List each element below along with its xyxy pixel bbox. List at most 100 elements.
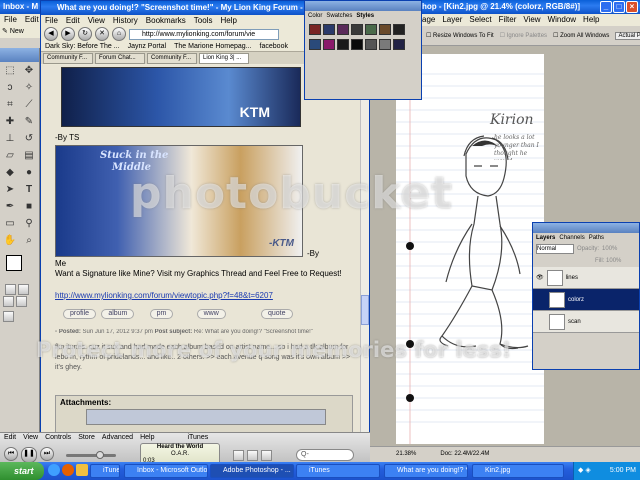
pm-button[interactable]: pm <box>149 309 174 319</box>
screen-mode-2-icon[interactable] <box>16 296 27 307</box>
style-swatch[interactable] <box>309 24 321 35</box>
style-swatch[interactable] <box>337 39 349 50</box>
signature-link[interactable]: http://www.mylionking.com/forum/viewtopi… <box>55 291 273 300</box>
notes-tool-icon[interactable]: ▭ <box>2 216 18 231</box>
type-tool-icon[interactable]: T <box>21 182 37 197</box>
pause-icon[interactable]: ❚❚ <box>21 447 37 463</box>
tab-layers[interactable]: Layers <box>536 233 555 243</box>
it-menu-store[interactable]: Store <box>78 433 95 443</box>
home-icon[interactable]: ⌂ <box>112 27 126 41</box>
ps-left-menu-file[interactable]: File <box>4 14 17 26</box>
itunes-search-input[interactable]: Q- <box>296 449 354 461</box>
www-button[interactable]: www <box>196 309 226 319</box>
zoom-tool-icon[interactable]: ⌕ <box>21 233 37 248</box>
layer-row-scan[interactable]: scan <box>533 311 639 333</box>
album-view-icon[interactable] <box>247 450 258 461</box>
attachment-thumbnail[interactable] <box>86 409 326 425</box>
ff-menu-help[interactable]: Help <box>220 15 236 27</box>
style-swatch[interactable] <box>379 24 391 35</box>
it-menu-help[interactable]: Help <box>140 433 154 443</box>
ps-minimize-icon[interactable]: _ <box>600 1 612 13</box>
resize-windows-checkbox[interactable]: ☐ Resize Windows To Fit <box>426 32 494 39</box>
quickmask-icons[interactable] <box>0 283 39 295</box>
tab-paths[interactable]: Paths <box>589 233 604 243</box>
ps-maximize-icon[interactable]: □ <box>613 1 625 13</box>
ff-menu-edit[interactable]: Edit <box>66 15 80 27</box>
style-swatch[interactable] <box>393 24 405 35</box>
it-menu-advanced[interactable]: Advanced <box>102 433 133 443</box>
style-swatch[interactable] <box>393 39 405 50</box>
layer-row-colorz[interactable]: colorz <box>533 289 639 311</box>
tab-color[interactable]: Color <box>308 11 322 21</box>
shape-tool-icon[interactable]: ■ <box>21 199 37 214</box>
opacity-value[interactable]: 100% <box>602 243 617 255</box>
ff-menu-bookmarks[interactable]: Bookmarks <box>146 15 186 27</box>
lasso-tool-icon[interactable]: ↄ <box>2 80 18 95</box>
eraser-tool-icon[interactable]: ▱ <box>2 148 18 163</box>
move-tool-icon[interactable]: ✥ <box>21 63 37 78</box>
ignore-palettes-checkbox[interactable]: ☐ Ignore Palettes <box>500 32 547 39</box>
tab-channels[interactable]: Channels <box>559 233 584 243</box>
ps-menu-help[interactable]: Help <box>583 14 599 26</box>
taskbar-itunes-2[interactable]: iTunes <box>296 464 380 478</box>
actual-pixels-button[interactable]: Actual P <box>615 31 640 40</box>
blend-mode-select[interactable]: Normal <box>536 244 574 254</box>
bookmark-3[interactable]: The Marione Homepag... <box>174 41 251 51</box>
taskbar-firefox[interactable]: What are you doing!? *... <box>384 464 468 478</box>
ps-menu-select[interactable]: Select <box>469 14 491 26</box>
quote-button[interactable]: quote <box>261 309 293 319</box>
style-swatch[interactable] <box>337 24 349 35</box>
tab-1[interactable]: Community F... <box>43 53 93 64</box>
screen-mode-3-icon[interactable] <box>3 311 14 322</box>
ps-menu-layer[interactable]: Layer <box>442 14 462 26</box>
color-swatches[interactable] <box>0 253 39 283</box>
foreground-color[interactable] <box>6 255 22 271</box>
ff-menu-view[interactable]: View <box>88 15 105 27</box>
taskbar-outlook[interactable]: Inbox - Microsoft Outlook <box>124 464 208 478</box>
ff-menu-tools[interactable]: Tools <box>194 15 213 27</box>
taskbar-itunes-1[interactable]: iTunes <box>90 464 120 478</box>
layer-row-lines[interactable]: 👁 lines <box>533 267 639 289</box>
crop-tool-icon[interactable]: ⌗ <box>2 97 18 112</box>
ff-menu-history[interactable]: History <box>113 15 138 27</box>
hand-tool-icon[interactable]: ✋ <box>2 233 18 248</box>
ps-menu-view[interactable]: View <box>523 14 540 26</box>
taskbar-kin2[interactable]: Kin2.jpg <box>472 464 564 478</box>
ff-menu-file[interactable]: File <box>45 15 58 27</box>
it-menu-edit[interactable]: Edit <box>4 433 16 443</box>
taskbar-photoshop[interactable]: Adobe Photoshop - ... <box>210 464 294 478</box>
ps-new-button[interactable]: ✎ New <box>0 26 40 38</box>
screen-mode-1-icon[interactable] <box>3 296 14 307</box>
visibility-eye-icon[interactable]: 👁 <box>536 274 544 281</box>
next-track-icon[interactable]: ⏭ <box>40 447 54 461</box>
pen-tool-icon[interactable]: ✒ <box>2 199 18 214</box>
standard-mode-icon[interactable] <box>5 284 16 295</box>
bookmark-1[interactable]: Dark Sky: Before The ... <box>45 41 120 51</box>
forward-icon[interactable]: ▶ <box>61 27 75 41</box>
bookmark-2[interactable]: Jaynz Portal <box>128 41 167 51</box>
magic-wand-tool-icon[interactable]: ✧ <box>21 80 37 95</box>
ps-left-menu-edit[interactable]: Edit <box>25 14 39 26</box>
tray-icons[interactable]: ◆ ◈ <box>574 462 591 480</box>
style-swatch[interactable] <box>351 24 363 35</box>
gradient-tool-icon[interactable]: ▤ <box>21 148 37 163</box>
url-input[interactable]: http://www.mylionking.com/forum/vie <box>129 28 279 40</box>
style-swatch[interactable] <box>365 24 377 35</box>
tab-styles[interactable]: Styles <box>356 11 374 21</box>
fill-value[interactable]: 100% <box>606 258 621 264</box>
previous-track-icon[interactable]: ⏮ <box>4 447 18 461</box>
ps-menu-filter[interactable]: Filter <box>499 14 517 26</box>
zoom-all-windows-checkbox[interactable]: ☐ Zoom All Windows <box>553 32 609 39</box>
path-select-icon[interactable]: ➤ <box>2 182 18 197</box>
document-canvas[interactable]: Kirion he looks a lot younger than I tho… <box>396 54 544 444</box>
style-swatch[interactable] <box>351 39 363 50</box>
ps-close-icon[interactable]: × <box>626 1 638 13</box>
page-scrollbar[interactable] <box>360 65 369 433</box>
stamp-tool-icon[interactable]: ⊥ <box>2 131 18 146</box>
bookmark-4[interactable]: facebook <box>260 41 288 51</box>
stop-icon[interactable]: ✕ <box>95 27 109 41</box>
screenmode-icons[interactable] <box>0 295 39 322</box>
album-button[interactable]: album <box>101 309 135 319</box>
history-brush-icon[interactable]: ↺ <box>21 131 37 146</box>
back-icon[interactable]: ◀ <box>44 27 58 41</box>
